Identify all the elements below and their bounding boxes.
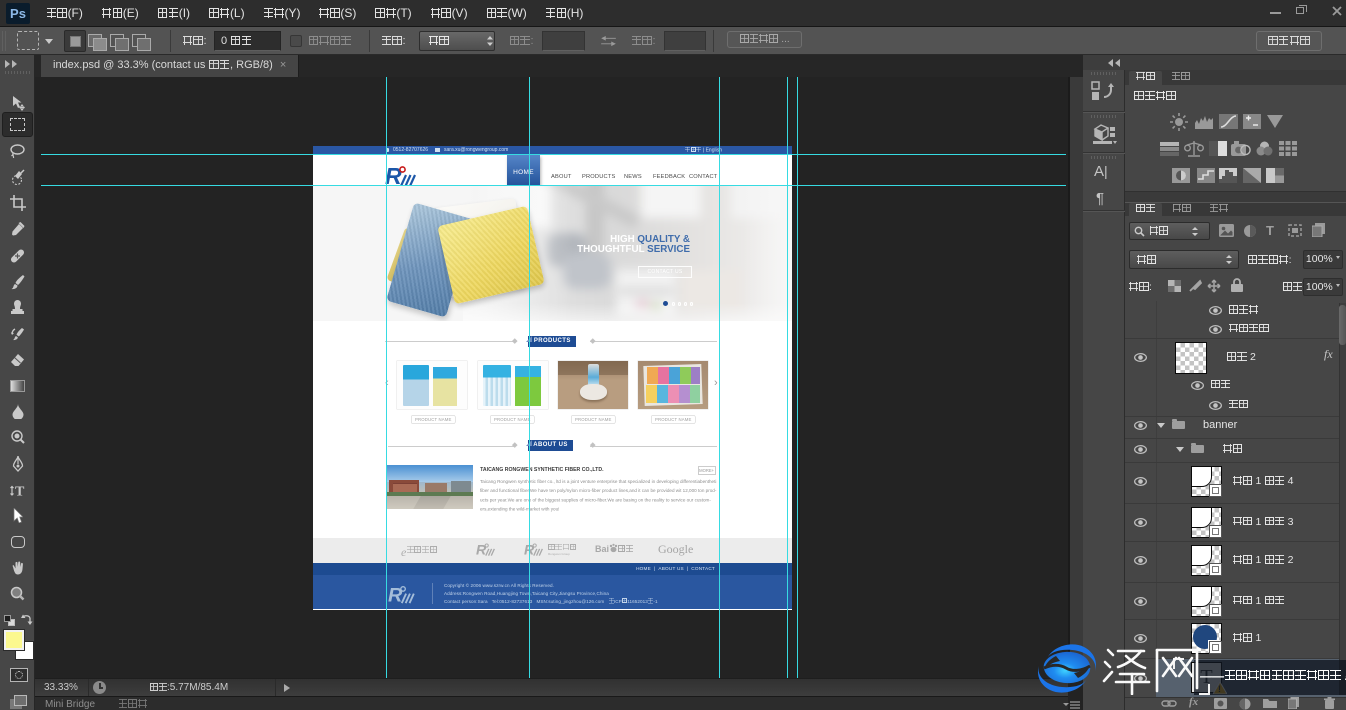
svg-text:T: T [15, 484, 25, 498]
